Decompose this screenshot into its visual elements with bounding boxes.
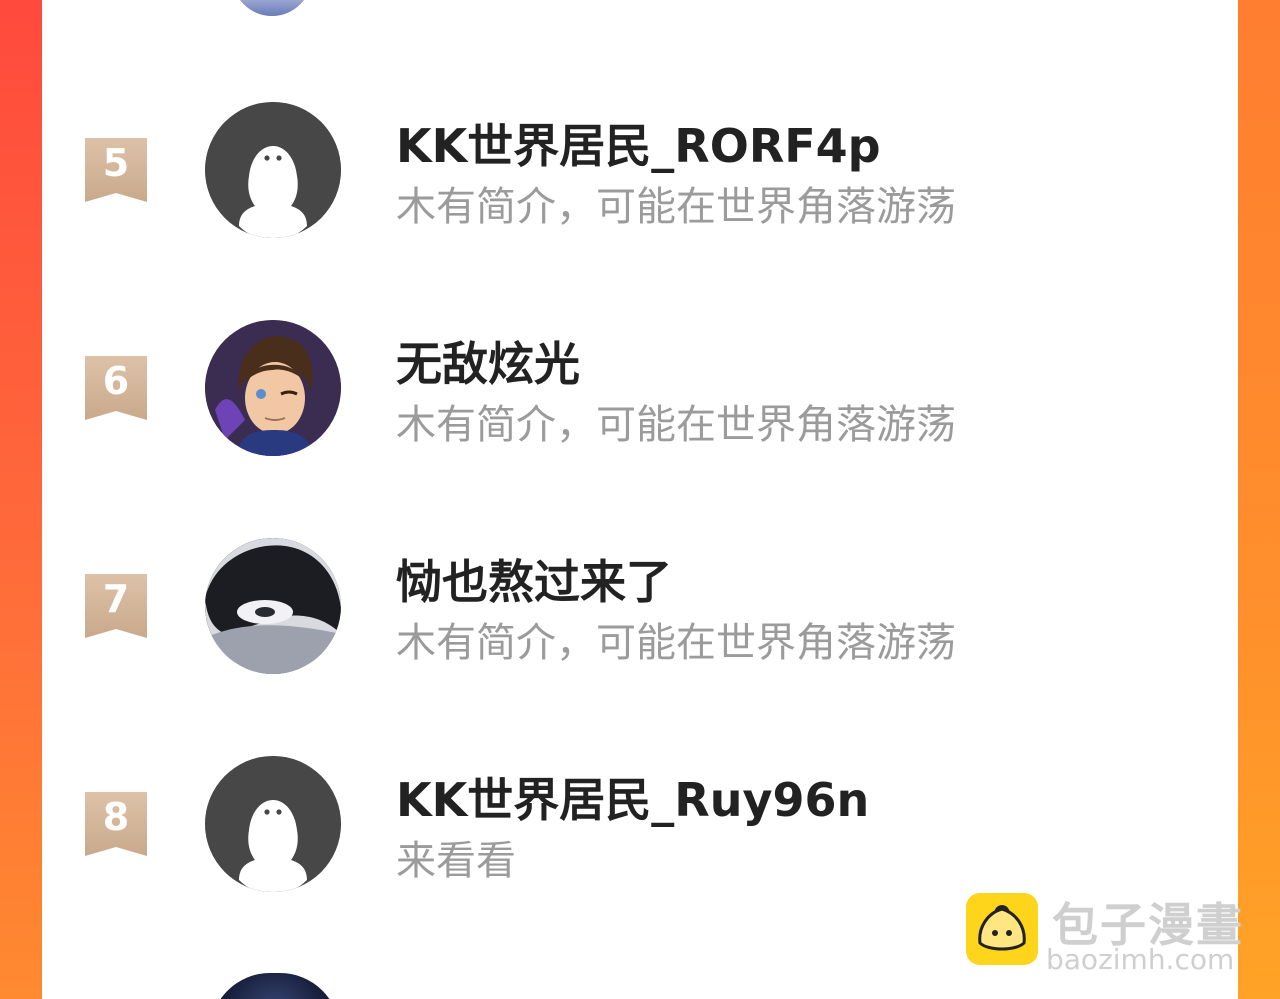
user-avatar[interactable]: [205, 102, 341, 238]
partial-avatar-top: [232, 0, 312, 16]
user-bio: 木有简介，可能在世界角落游荡: [396, 402, 956, 448]
user-bio: 木有简介，可能在世界角落游荡: [396, 620, 956, 666]
user-bio: 来看看: [396, 838, 516, 884]
user-avatar[interactable]: [205, 538, 341, 674]
user-avatar[interactable]: [205, 320, 341, 456]
rank-badge: 7: [85, 574, 147, 638]
username[interactable]: 恸也熬过来了: [396, 546, 672, 612]
rank-badge: 5: [85, 138, 147, 202]
rank-badge: 6: [85, 356, 147, 420]
anime-boy-avatar-icon: [205, 320, 341, 456]
watermark-domain: baozimh.com: [1046, 943, 1235, 976]
ranking-row[interactable]: 6 无敌炫光 木有简介，可能在世界角落游荡: [42, 320, 1238, 480]
ranking-row[interactable]: 7 恸也熬过来了 木有简介，可能在世界角落游荡: [42, 538, 1238, 698]
username[interactable]: KK世界居民_RORF4p: [396, 110, 881, 176]
ranking-row[interactable]: 5 KK世界居民_RORF4p 木有简介，可能在世界角落游荡: [42, 102, 1238, 262]
rank-number: 5: [102, 141, 130, 185]
default-ghost-avatar-icon: [205, 102, 341, 238]
rank-number: 6: [102, 359, 130, 403]
ranking-panel: 5 KK世界居民_RORF4p 木有简介，可能在世界角落游荡 6 无敌炫光 木有…: [42, 0, 1238, 999]
default-ghost-avatar-icon: [205, 756, 341, 892]
user-avatar[interactable]: [205, 756, 341, 892]
rank-number: 8: [102, 795, 130, 839]
user-bio: 木有简介，可能在世界角落游荡: [396, 184, 956, 230]
partial-avatar-bottom: [210, 973, 340, 999]
dark-portrait-avatar-icon: [205, 538, 341, 674]
watermark: 包子漫畫 baozimh.com: [966, 893, 1256, 976]
rank-number: 7: [102, 577, 130, 621]
username[interactable]: KK世界居民_Ruy96n: [396, 764, 869, 830]
right-background-strip: [1238, 0, 1280, 999]
bun-mascot-icon: [966, 893, 1038, 965]
rank-badge: 8: [85, 792, 147, 856]
username[interactable]: 无敌炫光: [396, 328, 580, 394]
